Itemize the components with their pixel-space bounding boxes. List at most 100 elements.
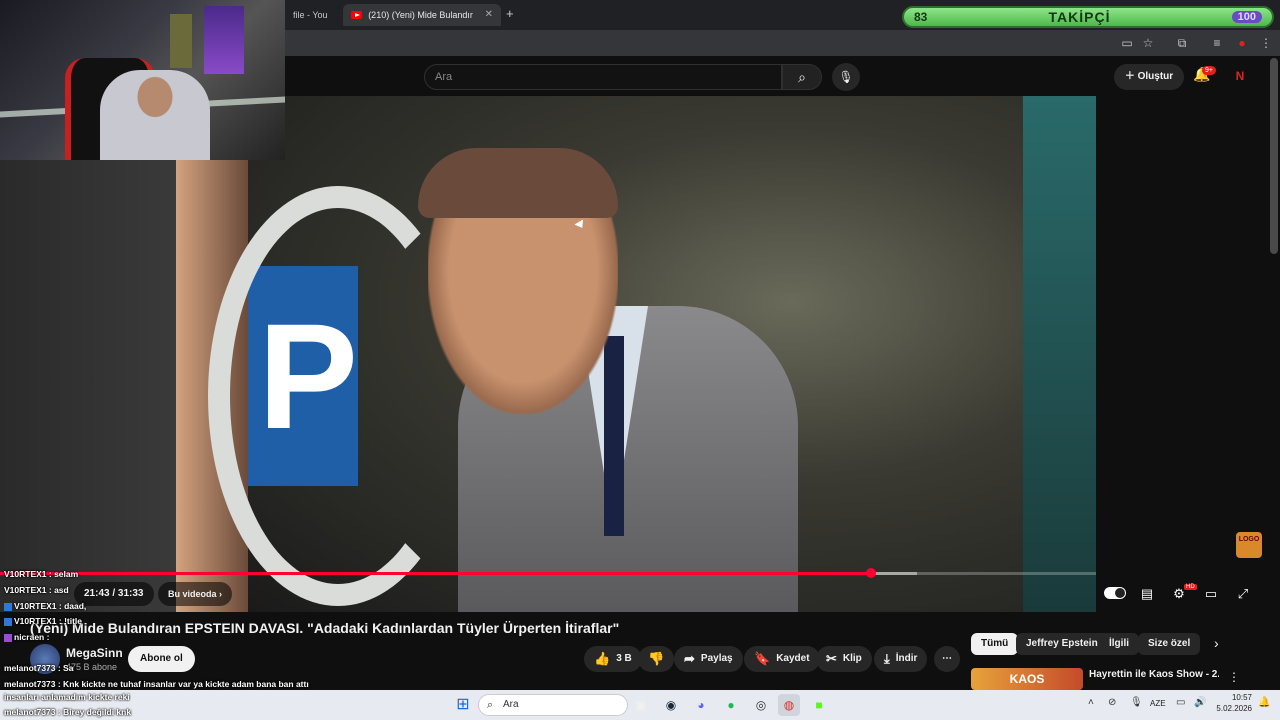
progress-bar[interactable]: [0, 568, 1096, 578]
clip-button[interactable]: ✂ Klip: [816, 646, 872, 672]
voice-search-button[interactable]: 🎙: [832, 63, 860, 91]
video-title: (Yeni) Mide Bulandıran EPSTEIN DAVASI. "…: [30, 620, 620, 636]
microphone-icon: 🎙: [838, 70, 854, 84]
chat-badge-icon: [4, 602, 12, 611]
page-scrollbar[interactable]: [1270, 58, 1278, 254]
notification-center-icon[interactable]: 🔔: [1258, 697, 1270, 708]
kick-icon[interactable]: ■: [808, 694, 830, 716]
chip-related[interactable]: İlgili: [1099, 633, 1139, 655]
video-left-panel: [0, 160, 176, 612]
profile-icon[interactable]: ●: [1233, 34, 1251, 52]
windows-start-icon[interactable]: ⊞: [452, 694, 474, 716]
plus-icon: ＋: [1124, 71, 1135, 82]
create-button[interactable]: ＋ Oluştur: [1114, 64, 1184, 90]
chat-text: nicraen :: [14, 632, 50, 642]
search-input[interactable]: Ara: [424, 64, 782, 90]
media-control-icon[interactable]: ≡: [1208, 34, 1226, 52]
tab-title: file - You: [293, 10, 328, 20]
chapter-button[interactable]: Bu videoda ›: [158, 582, 233, 606]
recommendation-title[interactable]: Hayrettin ile Kaos Show - 2.Sezon 7.Bölü…: [1089, 668, 1219, 682]
bookmark-icon: 🔖: [754, 651, 771, 666]
search-icon: ⌕: [487, 699, 494, 711]
browser-tab[interactable]: file - You ✕: [285, 4, 341, 26]
chat-message: V10RTEX1 : !title: [4, 616, 82, 626]
obs-icon[interactable]: ◎: [750, 694, 772, 716]
chevron-right-icon[interactable]: ›: [1214, 635, 1219, 651]
autoplay-toggle[interactable]: [1104, 587, 1126, 599]
chat-message: V10RTEX1 : selam: [4, 569, 79, 579]
chat-message: V10RTEX1 : daad,: [4, 601, 86, 611]
extensions-icon[interactable]: ⧉: [1173, 34, 1191, 52]
like-count: 3 B: [616, 653, 632, 664]
chat-message: nicraen :: [4, 632, 49, 642]
hd-badge: HD: [1184, 584, 1197, 590]
task-view-icon[interactable]: ▣: [630, 694, 652, 716]
chapter-label: Bu videoda: [168, 589, 217, 599]
chat-message: V10RTEX1 : asd: [4, 585, 69, 595]
volume-icon[interactable]: 🔊: [1194, 697, 1206, 708]
browser-tab-active[interactable]: (210) (Yeni) Mide Bulandıran EP ✕: [343, 4, 501, 26]
discord-icon[interactable]: ◕: [690, 694, 712, 716]
chat-message: insanları anlamadım kickte reki: [4, 692, 130, 702]
chip-all[interactable]: Tümü: [971, 633, 1019, 655]
video-frame: P: [208, 96, 1023, 612]
system-clock[interactable]: 10:57 5.02.2026: [1212, 692, 1252, 714]
thumbs-down-icon: 👎: [648, 651, 665, 666]
more-horizontal-icon: ⋯: [942, 653, 952, 664]
download-button[interactable]: ⤓ İndir: [874, 646, 928, 672]
fullscreen-icon[interactable]: ⤢: [1232, 584, 1254, 604]
chat-text: V10RTEX1 : daad,: [14, 601, 87, 611]
download-icon: ⤓: [884, 651, 890, 666]
chat-badge-icon: [4, 617, 12, 626]
recommendation-menu-icon[interactable]: ⋮: [1228, 670, 1240, 684]
cast-icon[interactable]: ▭: [1118, 34, 1136, 52]
chat-badge-icon: [4, 633, 12, 642]
steam-icon[interactable]: ◉: [660, 694, 682, 716]
theater-mode-icon[interactable]: ▭: [1200, 584, 1222, 604]
network-icon[interactable]: ▭: [1176, 697, 1185, 708]
spotify-icon[interactable]: ●: [720, 694, 742, 716]
played-bar: [0, 572, 872, 575]
share-label: Paylaş: [700, 653, 733, 664]
subtitles-icon[interactable]: ▤: [1136, 584, 1158, 604]
menu-kebab-icon[interactable]: ⋮: [1257, 34, 1275, 52]
wall-poster: [170, 14, 192, 68]
search-button[interactable]: ⌕: [782, 64, 822, 90]
channel-name[interactable]: MegaSinn: [66, 646, 123, 660]
save-label: Kaydet: [776, 653, 810, 664]
youtube-favicon-icon: [351, 11, 363, 19]
goal-label: TAKİPÇİ: [1048, 9, 1111, 25]
tray-app-icon[interactable]: ⊘: [1108, 697, 1116, 708]
goal-target: 100: [1231, 11, 1262, 23]
new-tab-button[interactable]: +: [506, 6, 514, 21]
notification-count-badge: 9+: [1202, 66, 1216, 75]
subscribe-button[interactable]: Abone ol: [128, 646, 195, 672]
language-indicator[interactable]: AZE: [1150, 699, 1166, 708]
hair-shape: [418, 148, 618, 218]
chevron-right-icon: ›: [219, 589, 223, 599]
account-avatar[interactable]: N: [1230, 66, 1250, 86]
chrome-icon[interactable]: ◍: [778, 694, 800, 716]
save-button[interactable]: 🔖 Kaydet: [744, 646, 820, 672]
video-player[interactable]: P: [0, 96, 1096, 612]
subscriber-count: 475 B abone: [66, 662, 118, 672]
close-icon[interactable]: ✕: [485, 4, 493, 26]
download-label: İndir: [895, 653, 918, 664]
close-icon[interactable]: ✕: [340, 4, 341, 26]
dislike-button[interactable]: 👎: [638, 646, 675, 672]
chip-jeffrey-epstein[interactable]: Jeffrey Epstein: [1016, 633, 1108, 655]
recommendation-thumbnail[interactable]: KAOS: [971, 668, 1083, 690]
goal-current: 83: [914, 10, 928, 24]
channel-watermark-logo: LOGO: [1236, 532, 1262, 558]
like-button[interactable]: 👍 3 B: [584, 646, 642, 672]
search-icon: ⌕: [798, 69, 806, 85]
taskbar-search[interactable]: ⌕ Ara: [478, 694, 628, 716]
chip-for-you[interactable]: Size özel: [1138, 633, 1201, 655]
clip-label: Klip: [842, 653, 862, 664]
tray-chevron-up-icon[interactable]: ˄: [1088, 697, 1094, 708]
bookmark-star-icon[interactable]: ☆: [1139, 34, 1157, 52]
microphone-icon[interactable]: 🎙: [1130, 697, 1143, 708]
more-actions-button[interactable]: ⋯: [934, 646, 960, 672]
share-button[interactable]: ➦ Paylaş: [674, 646, 743, 672]
chat-message: melanot7373 : Knk kickte ne tuhaf insanl…: [4, 679, 309, 689]
